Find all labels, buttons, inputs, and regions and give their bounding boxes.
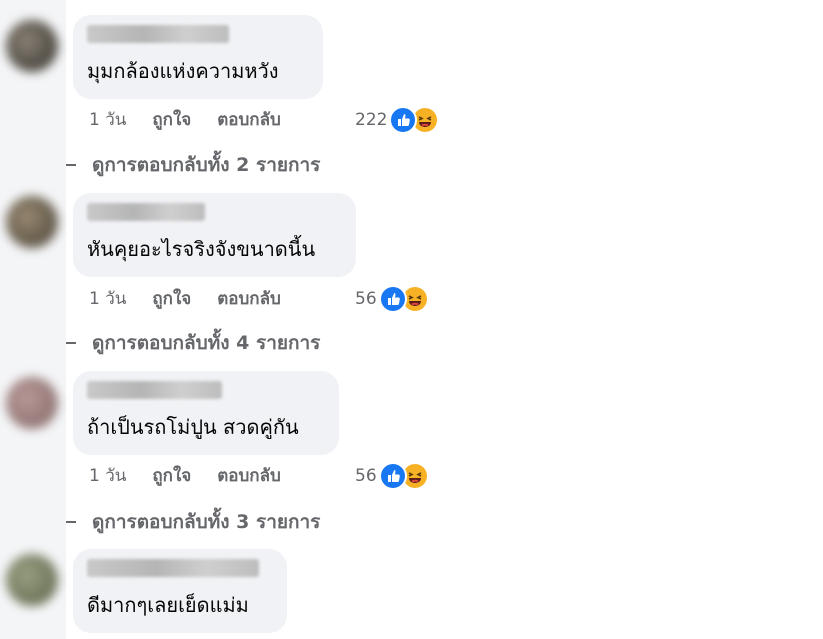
reaction-summary[interactable]: 56 bbox=[355, 462, 429, 490]
commenter-name-blurred[interactable] bbox=[87, 203, 205, 221]
comment-text: หันคุยอะไรจริงจังขนาดนี้น bbox=[87, 237, 316, 261]
reaction-count: 222 bbox=[355, 110, 388, 130]
reaction-summary[interactable]: 222 bbox=[355, 106, 440, 134]
comment-time[interactable]: 1 วัน bbox=[89, 462, 126, 489]
left-avatar-column bbox=[0, 0, 66, 639]
view-replies-link[interactable]: ดูการตอบกลับทั้ง 4 รายการ bbox=[66, 328, 320, 358]
comment-bubble: ถ้าเป็นรถโม่ปูน สวดคู่กัน bbox=[73, 371, 339, 455]
view-replies-label: ดูการตอบกลับทั้ง 4 รายการ bbox=[92, 332, 321, 354]
comment-bubble: มุมกล้องแห่งความหวัง bbox=[73, 15, 323, 99]
view-replies-label: ดูการตอบกลับทั้ง 3 รายการ bbox=[92, 511, 321, 533]
avatar[interactable] bbox=[6, 377, 58, 429]
like-reaction-icon bbox=[378, 462, 407, 490]
commenter-name-blurred[interactable] bbox=[87, 559, 259, 577]
reaction-count: 56 bbox=[355, 289, 377, 309]
comment-actions: 1 วัน ถูกใจ ตอบกลับ bbox=[89, 464, 281, 486]
reply-button[interactable]: ตอบกลับ bbox=[217, 106, 281, 133]
view-replies-label: ดูการตอบกลับทั้ง 2 รายการ bbox=[92, 154, 321, 176]
avatar[interactable] bbox=[6, 20, 58, 72]
view-replies-link[interactable]: ดูการตอบกลับทั้ง 2 รายการ bbox=[66, 150, 320, 180]
avatar[interactable] bbox=[6, 554, 58, 606]
reply-button[interactable]: ตอบกลับ bbox=[217, 285, 281, 312]
comment-text: ดีมากๆเลยเย็ดแม่ม bbox=[87, 593, 249, 617]
commenter-name-blurred[interactable] bbox=[87, 25, 229, 43]
comment-item: หันคุยอะไรจริงจังขนาดนี้น bbox=[73, 193, 356, 277]
avatar[interactable] bbox=[6, 196, 58, 248]
reply-thread-dash bbox=[66, 164, 76, 166]
reply-button[interactable]: ตอบกลับ bbox=[217, 462, 281, 489]
reply-thread-dash bbox=[66, 521, 76, 523]
comment-item: ถ้าเป็นรถโม่ปูน สวดคู่กัน bbox=[73, 371, 339, 455]
comment-actions: 1 วัน ถูกใจ ตอบกลับ bbox=[89, 108, 281, 130]
reaction-summary[interactable]: 56 bbox=[355, 285, 429, 313]
comment-item: ดีมากๆเลยเย็ดแม่ม bbox=[73, 549, 287, 633]
comment-text: มุมกล้องแห่งความหวัง bbox=[87, 59, 279, 83]
comment-actions: 1 วัน ถูกใจ ตอบกลับ bbox=[89, 287, 281, 309]
view-replies-link[interactable]: ดูการตอบกลับทั้ง 3 รายการ bbox=[66, 507, 320, 537]
reaction-count: 56 bbox=[355, 466, 377, 486]
like-reaction-icon bbox=[389, 106, 418, 134]
comment-item: มุมกล้องแห่งความหวัง bbox=[73, 15, 323, 99]
like-button[interactable]: ถูกใจ bbox=[152, 106, 191, 133]
like-button[interactable]: ถูกใจ bbox=[152, 285, 191, 312]
like-button[interactable]: ถูกใจ bbox=[152, 462, 191, 489]
comment-bubble: หันคุยอะไรจริงจังขนาดนี้น bbox=[73, 193, 356, 277]
comment-text: ถ้าเป็นรถโม่ปูน สวดคู่กัน bbox=[87, 415, 299, 439]
comment-time[interactable]: 1 วัน bbox=[89, 106, 126, 133]
commenter-name-blurred[interactable] bbox=[87, 381, 222, 399]
reply-thread-dash bbox=[66, 342, 76, 344]
comment-time[interactable]: 1 วัน bbox=[89, 285, 126, 312]
like-reaction-icon bbox=[378, 285, 407, 313]
comment-bubble: ดีมากๆเลยเย็ดแม่ม bbox=[73, 549, 287, 633]
